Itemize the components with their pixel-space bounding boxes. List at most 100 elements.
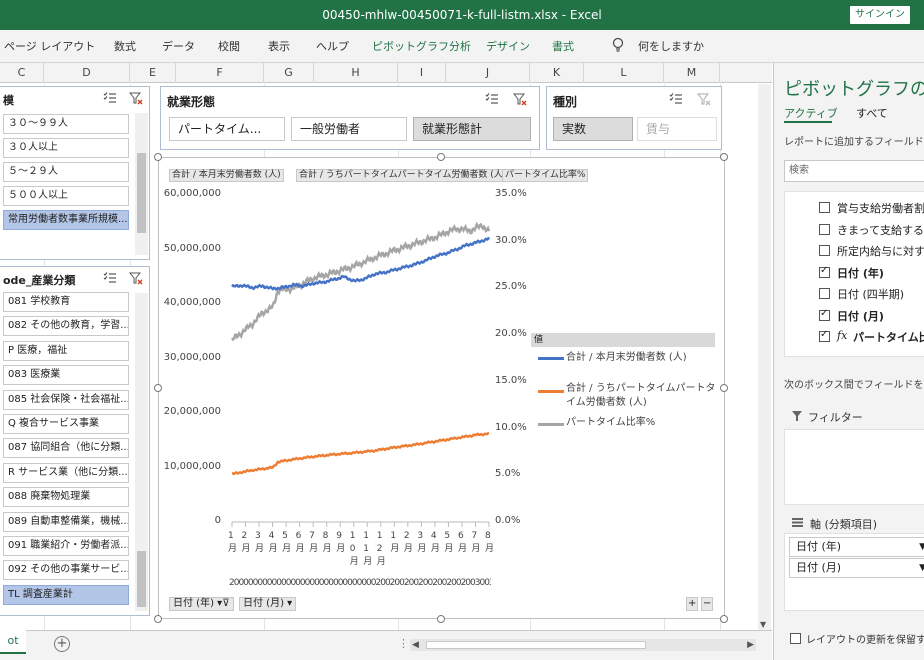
scroll-left-icon[interactable]: ◀ (412, 639, 419, 651)
clear-filter-icon[interactable] (129, 92, 143, 105)
column-header-c[interactable]: C (0, 63, 44, 83)
slicer-item[interactable]: 092 その他の事業サービ... (3, 560, 129, 581)
field-checkbox[interactable] (819, 223, 830, 235)
multi-select-icon[interactable] (103, 92, 117, 105)
slicer-industry[interactable]: ode_産業分類 081 学校教育 082 その他の教育，学習... P 医療，福祉… (0, 266, 150, 616)
axis-field-button-year[interactable]: 日付 (年) ▾⊽ (169, 597, 234, 611)
resize-handle[interactable] (154, 384, 162, 392)
slicer-item[interactable]: TL 調査産業計 (3, 584, 129, 605)
slicer-item-general-worker[interactable]: 一般労働者 (291, 117, 407, 141)
tab-format[interactable]: 書式 (552, 38, 574, 54)
slicer-item[interactable]: 常用労働者数事業所規模... (3, 210, 129, 230)
column-header-f[interactable]: F (176, 63, 264, 83)
clear-filter-icon[interactable] (697, 93, 711, 106)
axis-field-month[interactable]: 日付 (月) ▼ (789, 558, 924, 578)
slicer-type[interactable]: 種別 実数 賃与 (546, 86, 722, 150)
column-header-i[interactable]: I (398, 63, 446, 83)
column-header-k[interactable]: K (530, 63, 584, 83)
series-line-part[interactable] (231, 431, 490, 476)
scrollbar-thumb[interactable] (426, 641, 646, 649)
tab-review[interactable]: 校閲 (218, 38, 240, 54)
y-right-tick-label: 20.0% (495, 328, 527, 340)
field-checkbox[interactable] (819, 202, 830, 213)
slicer-item-bonus[interactable]: 賃与 (637, 117, 717, 141)
resize-handle[interactable] (437, 615, 445, 623)
slicer-scrollbar[interactable] (135, 293, 148, 611)
field-checkbox[interactable] (819, 308, 830, 321)
filter-drop-area[interactable] (784, 429, 924, 505)
slicer-item[interactable]: 081 学校教育 (3, 292, 129, 312)
signin-button[interactable]: サインイン (850, 6, 910, 24)
slicer-size[interactable]: 模 ３０～９９人 ３０人以上 ５～２９人 ５００人以上 常用労働者数事業所規模... (0, 86, 150, 260)
tab-data[interactable]: データ (162, 38, 195, 54)
slicer-item[interactable]: Q 複合サービス事業 (3, 414, 129, 434)
pivot-chart[interactable]: 合計 / 本月末労働者数 (人) 合計 / うちパートタイムパートタイム労働者数… (158, 157, 725, 619)
tab-active-fields[interactable]: アクティブ (784, 105, 838, 121)
scroll-right-icon[interactable]: ▶ (747, 639, 754, 651)
slicer-item[interactable]: 091 職業紹介・労働者派... (3, 536, 129, 556)
slicer-item[interactable]: P 医療，福祉 (3, 340, 129, 361)
slicer-employment-type[interactable]: 就業形態 パートタイム... 一般労働者 就業形態計 (160, 86, 540, 150)
clear-filter-icon[interactable] (513, 93, 527, 106)
slicer-item[interactable]: 088 廃棄物処理業 (3, 487, 129, 508)
column-header-d[interactable]: D (44, 63, 130, 83)
field-checkbox[interactable] (819, 329, 830, 342)
tab-design[interactable]: デザイン (486, 38, 530, 54)
field-search-input[interactable]: 検索 (784, 160, 924, 182)
collapse-field-button[interactable]: − (701, 597, 714, 611)
slicer-item[interactable]: 089 自動車整備業，機械... (3, 511, 129, 532)
field-checkbox[interactable] (819, 288, 830, 299)
x-tick-label: 4月 (268, 531, 278, 554)
slicer-item[interactable]: 085 社会保険・社会福祉... (3, 389, 129, 410)
multi-select-icon[interactable] (485, 93, 499, 106)
resize-handle[interactable] (720, 153, 728, 161)
multi-select-icon[interactable] (669, 93, 683, 106)
sheet-tab-active[interactable]: ot (0, 630, 26, 654)
field-checkbox[interactable] (819, 245, 830, 256)
expand-field-button[interactable]: + (686, 597, 699, 611)
slicer-item[interactable]: ５～２９人 (3, 162, 129, 182)
axis-field-button-month[interactable]: 日付 (月) ▾ (239, 597, 297, 611)
tell-me-search[interactable]: 何をしますか (638, 38, 704, 54)
resize-handle[interactable] (720, 384, 728, 392)
horizontal-scrollbar[interactable]: ◀ ▶ (410, 639, 756, 651)
column-header-m[interactable]: M (664, 63, 720, 83)
slicer-item[interactable]: ３０～９９人 (3, 114, 129, 134)
tab-help[interactable]: ヘルプ (316, 38, 349, 54)
slicer-item[interactable]: 083 医療業 (3, 365, 129, 386)
scroll-down-icon[interactable]: ▼ (760, 620, 766, 629)
column-header-g[interactable]: G (264, 63, 314, 83)
axis-drop-area[interactable]: 日付 (年) ▼ 日付 (月) ▼ (784, 533, 924, 611)
filter-area-label: フィルター (808, 411, 863, 424)
slicer-item-part-time[interactable]: パートタイム... (169, 117, 285, 141)
slicer-scrollbar[interactable] (135, 113, 148, 255)
slicer-item-actual[interactable]: 実数 (553, 117, 633, 141)
slicer-item[interactable]: R サービス業（他に分類... (3, 462, 129, 483)
field-checkbox[interactable] (819, 265, 830, 278)
column-header-l[interactable]: L (584, 63, 664, 83)
slicer-item[interactable]: ３０人以上 (3, 138, 129, 158)
tab-view[interactable]: 表示 (268, 38, 290, 54)
axis-field-year[interactable]: 日付 (年) ▼ (789, 537, 924, 557)
defer-update-checkbox[interactable] (790, 633, 801, 644)
slicer-item[interactable]: 087 協同組合（他に分類... (3, 438, 129, 459)
tab-pivotchart-analyze[interactable]: ピボットグラフ分析 (372, 38, 471, 54)
clear-filter-icon[interactable] (129, 272, 143, 285)
slicer-item[interactable]: 082 その他の教育，学習... (3, 316, 129, 337)
column-header-e[interactable]: E (130, 63, 176, 83)
resize-handle[interactable] (154, 153, 162, 161)
slicer-item[interactable]: ５００人以上 (3, 186, 129, 206)
tab-page-layout[interactable]: ページ レイアウト (4, 38, 95, 54)
multi-select-icon[interactable] (103, 272, 117, 285)
add-sheet-icon[interactable]: + (54, 636, 70, 652)
tab-formulas[interactable]: 数式 (114, 38, 136, 54)
resize-handle[interactable] (437, 153, 445, 161)
column-header-h[interactable]: H (314, 63, 398, 83)
tab-all-fields[interactable]: すべて (856, 105, 888, 121)
column-header-j[interactable]: J (446, 63, 530, 83)
vertical-scrollbar[interactable]: ▼ (758, 84, 771, 630)
resize-handle[interactable] (154, 615, 162, 623)
series-line-ratio[interactable] (231, 221, 491, 342)
slicer-item-all-types[interactable]: 就業形態計 (413, 117, 531, 141)
resize-handle[interactable] (720, 615, 728, 623)
